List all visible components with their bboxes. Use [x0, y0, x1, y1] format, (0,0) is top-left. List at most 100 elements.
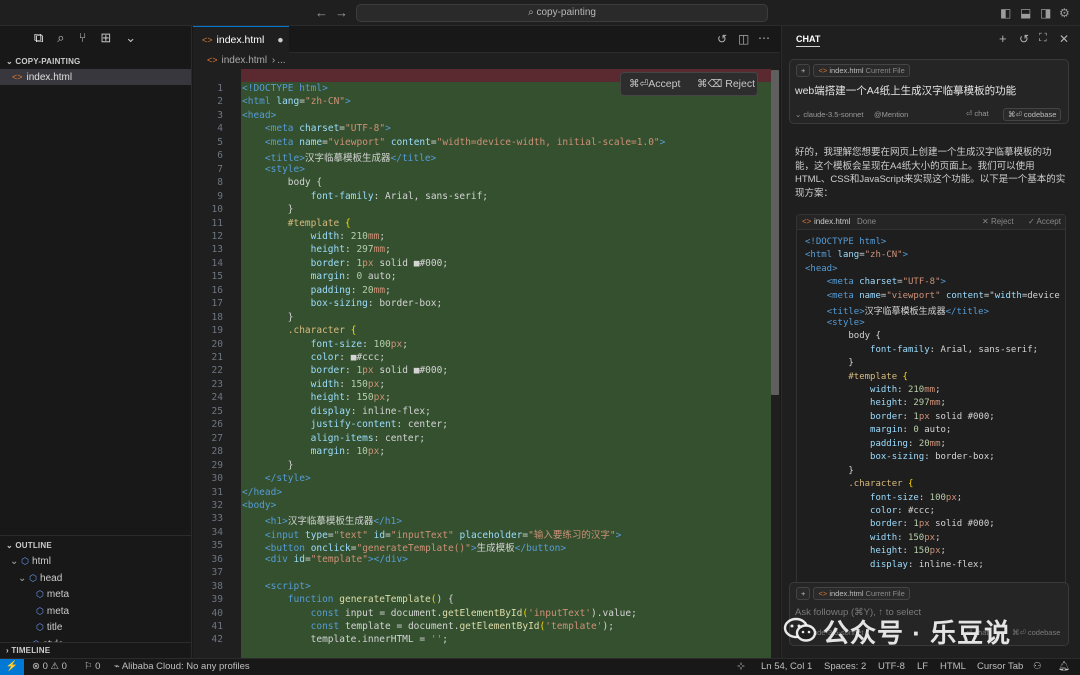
- editor: <> index.html ● ↺ ◫ ⋯ <> index.html ›... 1…: [193, 26, 780, 658]
- code-suggestion-block: <> index.html Done ✕ Reject ✓ Accept <!D…: [796, 214, 1066, 600]
- chat-history-icon[interactable]: ↺: [1019, 32, 1029, 46]
- mention-button[interactable]: @Mention: [874, 110, 908, 119]
- toggle-panel-icon[interactable]: ⬓: [1020, 6, 1031, 20]
- cloud-status[interactable]: ⌁ Alibaba Cloud: No any profiles: [114, 659, 250, 675]
- code-reject-button[interactable]: ✕ Reject: [982, 215, 1014, 229]
- chat-header[interactable]: CHAT: [796, 34, 821, 47]
- code-line: function generateTemplate() {: [287, 594, 454, 606]
- files-icon[interactable]: ⧉: [34, 30, 43, 53]
- close-icon[interactable]: ✕: [1059, 32, 1069, 46]
- suggestion-code-line: <!DOCTYPE html>: [805, 237, 887, 247]
- code-line: <div id="template"></div>: [264, 553, 409, 565]
- line-ending[interactable]: LF: [917, 659, 928, 675]
- line-number: 23: [211, 378, 223, 390]
- code-area[interactable]: 1 <!DOCTYPE html> 2 <html lang="zh-CN"> 3 <he…: [193, 69, 780, 658]
- cloud-icon: ⌁: [114, 661, 122, 672]
- suggestion-code-line: height: 297mm;: [870, 398, 946, 409]
- watermark: 公众号 · 乐豆说: [783, 611, 1078, 649]
- title-bar: ← → ⌕ copy-painting ◧ ⬓ ◨ ⚙: [0, 0, 1080, 26]
- chevron-down-icon[interactable]: ⌄: [125, 30, 136, 53]
- toggle-secondary-sidebar-icon[interactable]: ◨: [1040, 6, 1051, 20]
- code-accept-button[interactable]: ✓ Accept: [1028, 215, 1061, 229]
- notifications-icon[interactable]: 🔔︎: [1058, 659, 1070, 675]
- remote-indicator-icon[interactable]: ⚡: [0, 659, 24, 675]
- outline-item-meta[interactable]: ⬡ meta: [0, 603, 191, 620]
- customize-layout-icon[interactable]: ⚙: [1059, 6, 1070, 20]
- target-icon[interactable]: ⊹: [737, 659, 745, 675]
- indentation[interactable]: Spaces: 2: [824, 659, 866, 675]
- outline-item-head[interactable]: ⌄ ⬡ head: [0, 570, 191, 587]
- maximize-icon[interactable]: ⛶: [1039, 32, 1047, 45]
- breadcrumb-more[interactable]: ...: [277, 55, 285, 66]
- line-number: 9: [217, 190, 223, 202]
- tab-index-html[interactable]: <> index.html ●: [193, 26, 289, 53]
- source-control-icon[interactable]: ⑂: [79, 30, 87, 53]
- model-selector[interactable]: ⌄ claude-3.5-sonnet: [795, 110, 863, 119]
- history-icon[interactable]: ↺: [717, 32, 727, 46]
- add-context-button[interactable]: +: [796, 587, 811, 600]
- chat-submit-button[interactable]: ⏎ chat: [966, 109, 989, 118]
- accept-button[interactable]: ⌘⏎Accept: [629, 73, 680, 95]
- language-mode[interactable]: HTML: [940, 659, 966, 675]
- code-line: width: 150px;: [310, 378, 386, 390]
- suggestion-code-line: box-sizing: border-box;: [870, 452, 995, 463]
- outline-item-meta[interactable]: ⬡ meta: [0, 586, 191, 603]
- sidebar: ⧉ ⌕ ⑂ ⊞ ⌄ ⌄ COPY-PAINTING <> index.html ⌄…: [0, 26, 192, 658]
- copilot-icon[interactable]: ⚇: [1033, 659, 1042, 675]
- outline-item-title[interactable]: ⬡ title: [0, 619, 191, 636]
- outline-item-style[interactable]: › ⬡style: [0, 636, 191, 642]
- toggle-sidebar-icon[interactable]: ◧: [1000, 6, 1011, 20]
- command-center-search[interactable]: ⌕ copy-painting: [356, 4, 768, 22]
- cursor-position[interactable]: Ln 54, Col 1: [761, 659, 812, 675]
- unsaved-dot-icon[interactable]: ●: [277, 34, 283, 46]
- problems-indicator[interactable]: ⊗ 0 ⚠ 0: [32, 659, 67, 675]
- code-line: display: inline-flex;: [310, 405, 431, 417]
- code-line: padding: 20mm;: [310, 284, 391, 296]
- code-line: const template = document.getElementById…: [310, 621, 614, 632]
- code-line: </head>: [242, 486, 283, 498]
- search-icon[interactable]: ⌕: [57, 30, 64, 53]
- line-number: 34: [211, 526, 223, 538]
- cursor-tab-status[interactable]: Cursor Tab: [977, 659, 1023, 675]
- activity-icons: ⧉ ⌕ ⑂ ⊞ ⌄: [0, 26, 191, 53]
- breadcrumb-file[interactable]: index.html: [222, 55, 268, 66]
- breadcrumb: <> index.html ›...: [207, 55, 286, 66]
- extensions-icon[interactable]: ⊞: [100, 30, 111, 53]
- outline-item-html[interactable]: ⌄ ⬡ html: [0, 553, 191, 570]
- encoding[interactable]: UTF-8: [878, 659, 905, 675]
- back-arrow-icon[interactable]: ←: [315, 6, 328, 20]
- suggestion-code-line: font-family: Arial, sans-serif;: [870, 344, 1039, 355]
- code-line: const input = document.getElementById('i…: [310, 607, 637, 619]
- forward-arrow-icon[interactable]: →: [335, 6, 348, 20]
- code-line: border: 1px solid ■#000;: [310, 365, 449, 377]
- file-item-index-html[interactable]: <> index.html: [0, 69, 191, 85]
- editor-scrollbar[interactable]: [771, 70, 779, 395]
- reject-button[interactable]: ⌘⌫ Reject: [697, 73, 755, 95]
- code-line: <body>: [242, 499, 277, 511]
- element-icon: ⬡: [36, 605, 44, 616]
- line-number: 19: [211, 325, 223, 337]
- line-number: 2: [217, 96, 223, 108]
- search-text: copy-painting: [536, 7, 596, 18]
- context-file-pill[interactable]: <> index.html Current File: [813, 64, 910, 77]
- explorer-header[interactable]: ⌄ COPY-PAINTING: [0, 54, 191, 69]
- codebase-submit-button[interactable]: ⌘⏎ codebase: [1003, 108, 1062, 121]
- suggestion-code-line: display: inline-flex;: [870, 559, 984, 570]
- outline-header[interactable]: ⌄ OUTLINE: [0, 538, 191, 553]
- code-line: <meta charset="UTF-8">: [264, 123, 391, 135]
- code-line: <script>: [264, 580, 311, 592]
- new-chat-icon[interactable]: +: [999, 31, 1007, 46]
- wechat-logo-icon: [783, 617, 817, 642]
- timeline-header[interactable]: › TIMELINE: [0, 642, 191, 658]
- split-editor-icon[interactable]: ◫: [738, 32, 749, 46]
- more-actions-icon[interactable]: ⋯: [758, 31, 770, 45]
- line-number: 15: [211, 271, 223, 283]
- element-icon: ⬡: [36, 622, 44, 632]
- ports-indicator[interactable]: ⚐ 0: [84, 659, 100, 675]
- user-message-box[interactable]: + <> index.html Current File web端搭建一个A4纸…: [789, 59, 1069, 124]
- context-file-pill[interactable]: <> index.html Current File: [813, 587, 910, 600]
- code-line: margin: 10px;: [310, 446, 386, 458]
- suggestion-code-line: width: 210mm;: [870, 384, 941, 395]
- line-number: 16: [211, 284, 223, 296]
- add-context-button[interactable]: +: [796, 64, 811, 77]
